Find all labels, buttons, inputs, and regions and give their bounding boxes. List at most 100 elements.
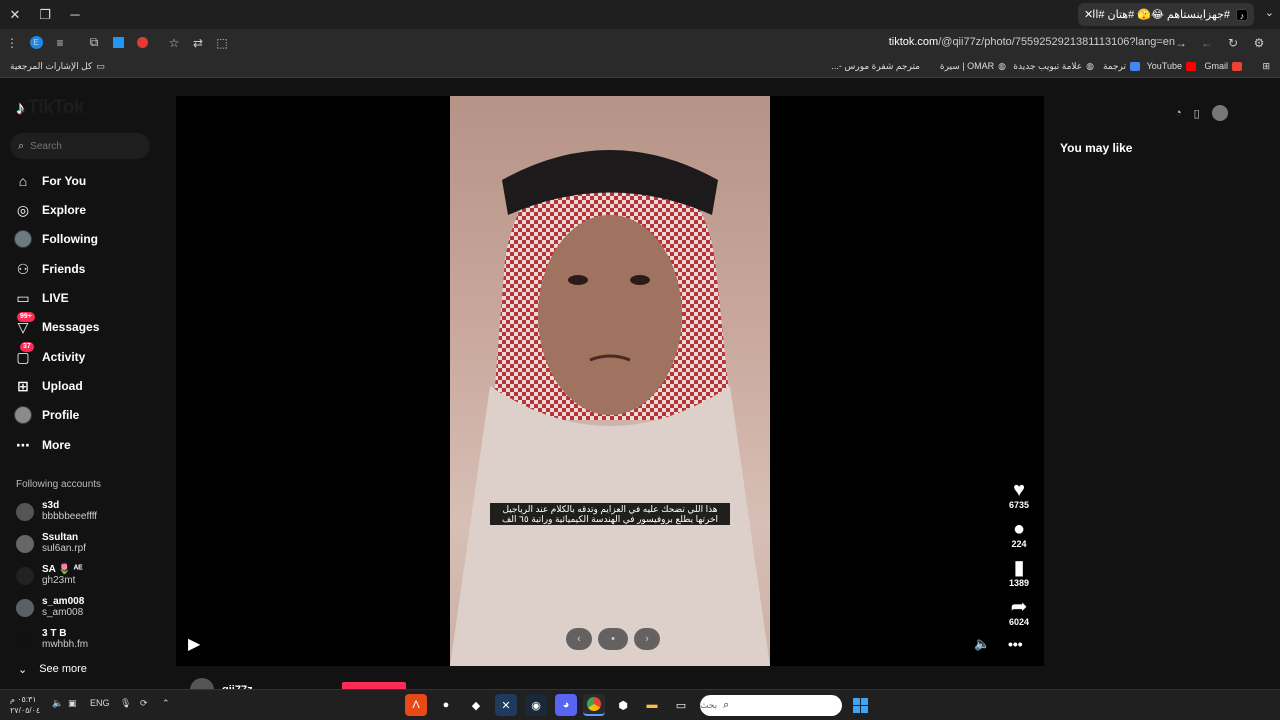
tiktok-logo[interactable]: ♪ TikTok [16, 97, 84, 119]
speaker-icon[interactable]: 🔈 [52, 698, 63, 709]
nav-upload[interactable]: ⊞ Upload [14, 375, 83, 397]
sync-icon[interactable]: ⟳ [140, 698, 148, 709]
bookmark-translate[interactable]: ترجمة [1103, 61, 1140, 72]
app-icon[interactable]: ✕ [495, 694, 517, 716]
next-photo-button[interactable]: › [634, 628, 660, 650]
volume-icon[interactable]: 🔈 [974, 636, 990, 652]
globe-icon: ◍ [998, 61, 1006, 71]
nav-more[interactable]: ⋯ More [14, 434, 71, 456]
discord-icon[interactable]: ◕ [555, 694, 577, 716]
app-icon[interactable]: ◆ [465, 694, 487, 716]
search-box[interactable]: ⌕ [10, 133, 150, 159]
nav-activity[interactable]: ▢ 37 Activity [14, 342, 85, 368]
nav-explore[interactable]: ◎ Explore [14, 199, 86, 221]
device-icon[interactable]: ▯ [1194, 107, 1200, 120]
bookmark-star-icon[interactable]: ☆ [162, 31, 186, 55]
upload-icon: ⊞ [17, 377, 29, 394]
comment-icon: ● [1012, 518, 1026, 540]
reading-list-icon[interactable]: ≡ [48, 31, 72, 55]
previous-photo-button[interactable]: ‹ [566, 628, 592, 650]
show-hidden-icons-chevron-icon[interactable]: ⌃ [162, 698, 170, 709]
windows-start-icon[interactable] [849, 694, 871, 716]
avatar [16, 631, 34, 649]
post-photo: هذا اللي تضحك عليه في العزايم وتدقه بالك… [450, 96, 770, 666]
share-button[interactable]: ➦ 6024 [1006, 597, 1032, 627]
gmail-icon [1232, 61, 1242, 71]
screenshot-icon[interactable]: ⬚ [210, 31, 234, 55]
carousel-dot-icon: • [598, 628, 628, 650]
photo-player[interactable]: هذا اللي تضحك عليه في العزايم وتدقه بالك… [176, 96, 1044, 666]
save-button[interactable]: ▮ 1389 [1006, 558, 1032, 588]
url-path: /@qii77z/photo/7559252921381113106?lang=… [938, 36, 1175, 48]
nav-friends[interactable]: ⚇ Friends [14, 258, 86, 280]
clock[interactable]: ٠٥:٣١ م ٢٧/٠٥/٠٤ [10, 694, 40, 716]
play-icon[interactable]: ▶ [188, 634, 200, 654]
see-more-button[interactable]: ⌄ See more [18, 663, 87, 676]
reload-icon[interactable]: ↻ [1221, 31, 1245, 55]
steam-icon[interactable]: ◉ [525, 694, 547, 716]
microphone-icon[interactable]: 🎙 [120, 698, 131, 709]
taskbar-search[interactable]: ⌕ بحث [700, 695, 842, 716]
more-options-icon[interactable]: ••• [1008, 636, 1023, 652]
following-account[interactable]: Ssultan sul6an.rpf [16, 532, 86, 554]
following-account[interactable]: 3 T Bmwhbh.fm [16, 628, 88, 650]
app-icon[interactable]: ▭ [670, 694, 692, 716]
nav-following[interactable]: Following [14, 228, 98, 250]
chrome-icon[interactable] [583, 694, 605, 716]
app-icon[interactable]: Λ [405, 694, 427, 716]
portrait-illustration [492, 150, 732, 420]
edge-extension-icon[interactable]: E [24, 31, 48, 55]
nav-live[interactable]: ▭ LIVE [14, 287, 68, 309]
nav-profile[interactable]: Profile [14, 404, 79, 426]
tiktok-page: ♪ TikTok ⌕ ⌂For You ◎Explore Following ⚇… [0, 79, 1280, 702]
network-icon[interactable]: ▣ [68, 698, 77, 709]
bookmark-new-tab[interactable]: ◍ علامة تبويب جديدة [1013, 61, 1094, 72]
app-icon[interactable]: ⬢ [612, 694, 634, 716]
coins-icon[interactable]: ◔ [1175, 107, 1182, 119]
nav-for-you[interactable]: ⌂ For You [14, 170, 86, 192]
comment-button[interactable]: ● 224 [1006, 519, 1032, 549]
translate-icon [1130, 62, 1140, 71]
browser-titlebar: ✕ ❐ ─ + ♪ #جهزاينستاهم 😂🫣 #هتان #القـ ✕ … [0, 0, 1280, 29]
following-account[interactable]: s3d bbbbbeeeffff [16, 500, 97, 522]
address-bar[interactable]: tiktok.com/@qii77z/photo/755925292138111… [889, 36, 1175, 48]
search-icon: ⌕ [18, 139, 25, 152]
search-icon: ⌕ [723, 699, 730, 711]
browser-tab[interactable]: ♪ #جهزاينستاهم 😂🫣 #هتان #القـ ✕ [1078, 3, 1254, 26]
search-input[interactable] [30, 140, 131, 152]
bookmark-morse[interactable]: مترجم شفرة مورس -... [831, 61, 920, 72]
tab-search-chevron-icon[interactable]: ⌄ [1265, 6, 1274, 19]
like-button[interactable]: ♥ 6735 [1006, 480, 1032, 510]
bookmarks-bar: ▭ كل الإشارات المرجعية Gmail YouTube ترجم… [0, 56, 1280, 78]
messages-badge: 99+ [17, 312, 35, 322]
carousel-controls: ‹ • › [566, 628, 660, 650]
thobe-illustration [450, 386, 770, 666]
following-account[interactable]: SA 🌷 ᴬᴱ gh23mt [16, 564, 83, 586]
all-bookmarks-folder[interactable]: ▭ كل الإشارات المرجعية [10, 61, 105, 72]
following-avatar [14, 230, 32, 248]
translate-extension-icon[interactable] [106, 31, 130, 55]
file-explorer-icon[interactable]: ▬ [641, 694, 663, 716]
restore-window-button[interactable]: ❐ [30, 0, 60, 29]
nav-messages[interactable]: ▽ 99+ Messages [14, 312, 99, 338]
bookmark-omar[interactable]: ◍ OMAR | سيرة [940, 61, 1006, 72]
avatar [16, 503, 34, 521]
site-settings-icon[interactable]: ⚙ [1247, 31, 1271, 55]
menu-dots-icon[interactable]: ⋮ [0, 31, 24, 55]
following-account[interactable]: s_am008 s_am008 [16, 596, 84, 618]
app-icon[interactable]: ● [435, 694, 457, 716]
extensions-puzzle-icon[interactable]: ⧉ [82, 31, 106, 55]
avatar[interactable] [1211, 105, 1228, 121]
forward-arrow-icon[interactable]: ← [1195, 31, 1219, 55]
bookmark-gmail[interactable]: Gmail [1204, 61, 1242, 71]
close-window-button[interactable]: ✕ [0, 0, 30, 29]
close-tab-icon[interactable]: ✕ [1084, 8, 1093, 21]
compass-icon: ◎ [16, 201, 30, 218]
apps-grid-icon[interactable]: ⊞ [1262, 61, 1270, 72]
top-right-icons: ◔ ▯ [1175, 105, 1228, 121]
language-indicator[interactable]: ENG [90, 698, 110, 708]
bookmark-youtube[interactable]: YouTube [1147, 61, 1196, 71]
red-extension-icon[interactable] [130, 31, 154, 55]
minimize-window-button[interactable]: ─ [60, 0, 90, 29]
translate-page-icon[interactable]: ⇄ [186, 31, 210, 55]
